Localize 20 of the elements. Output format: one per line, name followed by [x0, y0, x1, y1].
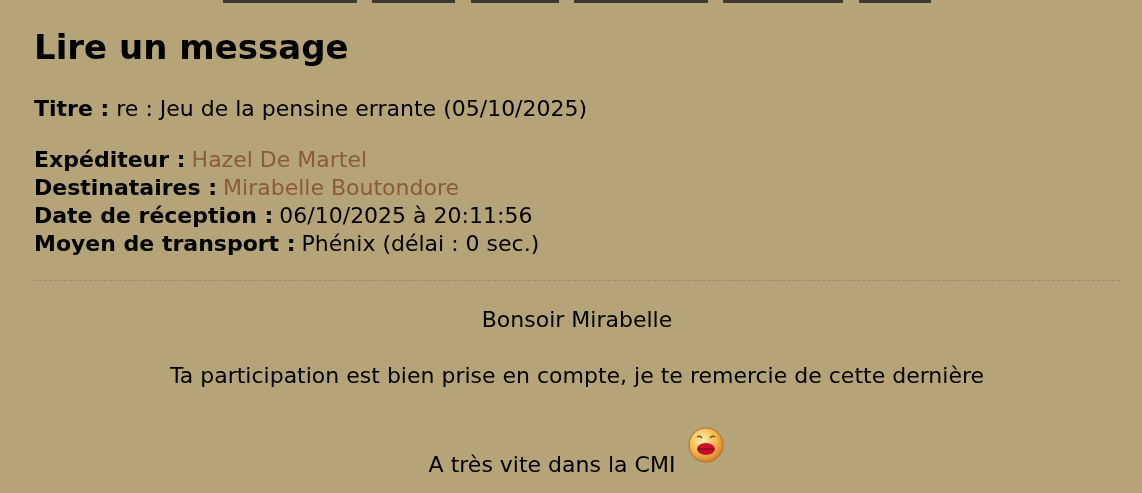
user-link[interactable]: Hazel De Martel — [191, 146, 368, 174]
field-label: Date de réception : — [34, 202, 274, 230]
field-label: Expéditeur : — [34, 146, 186, 174]
menu-tab[interactable] — [223, 0, 357, 3]
field-value: Phénix (délai : 0 sec.) — [301, 230, 540, 258]
page-title: Lire un message — [34, 30, 350, 64]
field-label: Destinataires : — [34, 174, 218, 202]
message-subject: Titre : re : Jeu de la pensine errante (05/10/2025) — [34, 95, 589, 123]
menu-tab[interactable] — [471, 0, 559, 3]
user-link[interactable]: Mirabelle Boutondore — [223, 174, 459, 202]
menu-tab[interactable] — [859, 0, 931, 3]
message-text: Ta participation est bien prise en compte, je te remercie de cette dernière — [169, 363, 984, 388]
menu-tab[interactable] — [574, 0, 708, 3]
field-value: 06/10/2025 à 20:11:56 — [279, 202, 533, 230]
kissing-face-icon — [687, 426, 726, 464]
field-label: Moyen de transport : — [34, 230, 296, 258]
menu-tab[interactable] — [372, 0, 455, 3]
message-text: A très vite dans la CMI — [428, 452, 676, 477]
message-text: Bonsoir Mirabelle — [481, 307, 673, 332]
menu-tab[interactable] — [723, 0, 843, 3]
